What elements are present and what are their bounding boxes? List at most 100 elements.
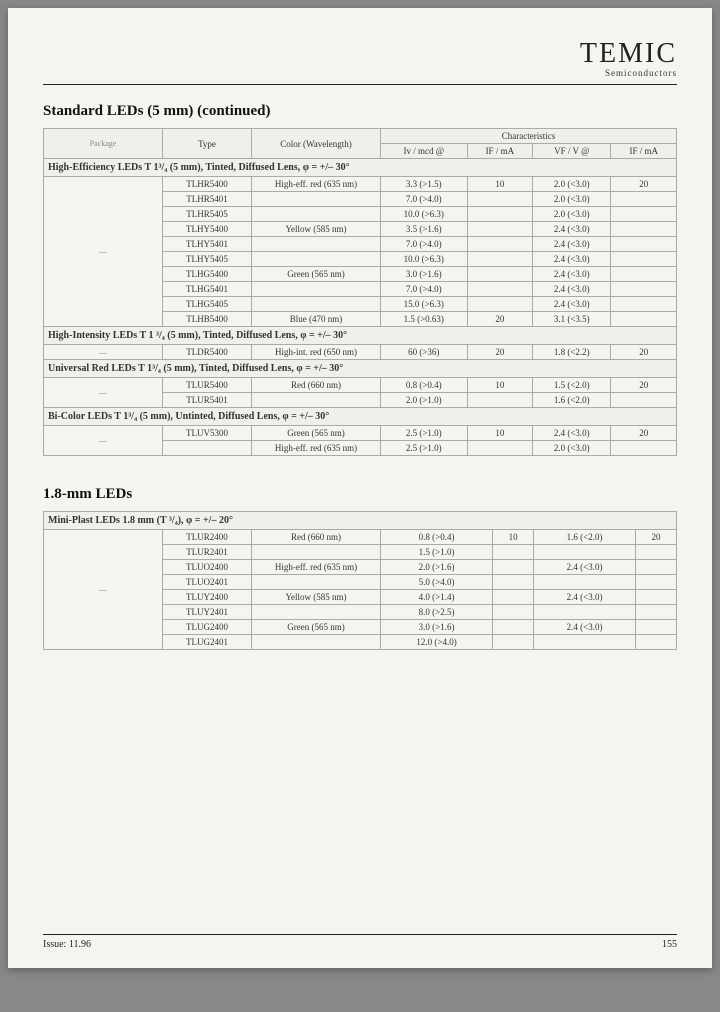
cell-type: TLDR5400	[163, 345, 252, 360]
cell-type: TLUO2401	[163, 575, 252, 590]
cell-color: Yellow (585 nm)	[252, 222, 381, 237]
cell-type: TLHB5400	[163, 312, 252, 327]
cell-type: TLHR5401	[163, 192, 252, 207]
cell-type: TLHG5405	[163, 297, 252, 312]
section-title-1: Standard LEDs (5 mm) (continued)	[43, 103, 677, 120]
table-row: —TLUR2400Red (660 nm)0.8 (>0.4)101.6 (<2…	[44, 530, 677, 545]
cell-color	[252, 575, 381, 590]
cell-color: Red (660 nm)	[252, 378, 381, 393]
section-title-2: 1.8-mm LEDs	[43, 486, 677, 503]
cell-vf: 2.4 (<3.0)	[533, 237, 611, 252]
cell-vf: 1.6 (<2.0)	[534, 530, 636, 545]
cell-iv: 0.8 (>0.4)	[381, 530, 493, 545]
cell-type: TLHR5405	[163, 207, 252, 222]
package-cell: —	[44, 177, 163, 327]
cell-color: High-eff. red (635 nm)	[252, 177, 381, 192]
cell-if2: 20	[611, 177, 677, 192]
cell-iv: 4.0 (>1.4)	[381, 590, 493, 605]
cell-color	[252, 192, 381, 207]
cell-if2	[611, 222, 677, 237]
cell-if	[467, 441, 533, 456]
cell-type: TLHY5401	[163, 237, 252, 252]
cell-color	[252, 545, 381, 560]
cell-if2	[636, 590, 677, 605]
cell-type	[163, 441, 252, 456]
cell-vf	[534, 575, 636, 590]
cell-iv: 7.0 (>4.0)	[381, 192, 468, 207]
cell-if2	[636, 575, 677, 590]
cell-iv: 7.0 (>4.0)	[381, 237, 468, 252]
cell-if2	[636, 635, 677, 650]
table-row: —TLHR5400High-eff. red (635 nm)3.3 (>1.5…	[44, 177, 677, 192]
col-color: Color (Wavelength)	[252, 129, 381, 159]
cell-iv: 10.0 (>6.3)	[381, 252, 468, 267]
cell-vf: 1.8 (<2.2)	[533, 345, 611, 360]
cell-iv: 5.0 (>4.0)	[381, 575, 493, 590]
cell-iv: 8.0 (>2.5)	[381, 605, 493, 620]
col-if: IF / mA	[467, 144, 533, 159]
cell-color	[252, 207, 381, 222]
package-cell: —	[44, 345, 163, 360]
cell-if2	[636, 545, 677, 560]
cell-color: Green (565 nm)	[252, 620, 381, 635]
cell-if2	[611, 267, 677, 282]
cell-iv: 12.0 (>4.0)	[381, 635, 493, 650]
cell-if2	[636, 620, 677, 635]
cell-iv: 3.3 (>1.5)	[381, 177, 468, 192]
cell-iv: 2.5 (>1.0)	[381, 426, 468, 441]
package-cell: —	[44, 378, 163, 408]
cell-color	[252, 605, 381, 620]
cell-vf: 1.6 (<2.0)	[533, 393, 611, 408]
cell-vf: 2.4 (<3.0)	[533, 252, 611, 267]
cell-if	[493, 545, 534, 560]
cell-if2	[611, 207, 677, 222]
group-heading: Mini-Plast LEDs 1.8 mm (T ³/₄), φ = +/– …	[44, 512, 677, 530]
cell-if2	[611, 237, 677, 252]
cell-if	[493, 605, 534, 620]
led-table-2: Mini-Plast LEDs 1.8 mm (T ³/₄), φ = +/– …	[43, 511, 677, 650]
cell-color: Yellow (585 nm)	[252, 590, 381, 605]
group-heading: High-Efficiency LEDs T 1³/₄ (5 mm), Tint…	[44, 159, 677, 177]
cell-if2	[611, 393, 677, 408]
cell-if	[467, 282, 533, 297]
cell-vf	[534, 635, 636, 650]
col-package: Package	[44, 129, 163, 159]
cell-color: High-int. red (650 nm)	[252, 345, 381, 360]
cell-if: 10	[467, 378, 533, 393]
cell-if2: 20	[611, 378, 677, 393]
cell-if	[467, 267, 533, 282]
cell-color: High-eff. red (635 nm)	[252, 560, 381, 575]
cell-color	[252, 282, 381, 297]
cell-iv: 2.5 (>1.0)	[381, 441, 468, 456]
cell-iv: 3.5 (>1.6)	[381, 222, 468, 237]
cell-if2	[611, 297, 677, 312]
cell-vf: 2.4 (<3.0)	[534, 590, 636, 605]
cell-iv: 10.0 (>6.3)	[381, 207, 468, 222]
cell-vf	[534, 605, 636, 620]
cell-if2	[636, 605, 677, 620]
package-cell: —	[44, 426, 163, 456]
cell-vf: 2.4 (<3.0)	[533, 282, 611, 297]
cell-vf: 2.4 (<3.0)	[533, 222, 611, 237]
brand-block: TEMIC Semiconductors	[43, 38, 677, 78]
cell-if	[493, 620, 534, 635]
cell-type: TLUR5401	[163, 393, 252, 408]
cell-if	[467, 207, 533, 222]
cell-vf: 2.0 (<3.0)	[533, 177, 611, 192]
package-cell: —	[44, 530, 163, 650]
cell-vf: 2.4 (<3.0)	[533, 297, 611, 312]
cell-iv: 60 (>36)	[381, 345, 468, 360]
cell-if: 10	[467, 426, 533, 441]
cell-type: TLUG2401	[163, 635, 252, 650]
cell-if2: 20	[611, 345, 677, 360]
cell-if2	[611, 441, 677, 456]
col-if2: IF / mA	[611, 144, 677, 159]
cell-if	[467, 393, 533, 408]
cell-if2	[611, 312, 677, 327]
page-number: 155	[662, 939, 677, 950]
cell-vf: 2.4 (<3.0)	[533, 426, 611, 441]
cell-if	[467, 297, 533, 312]
cell-if2	[636, 560, 677, 575]
cell-iv: 7.0 (>4.0)	[381, 282, 468, 297]
cell-if: 20	[467, 312, 533, 327]
